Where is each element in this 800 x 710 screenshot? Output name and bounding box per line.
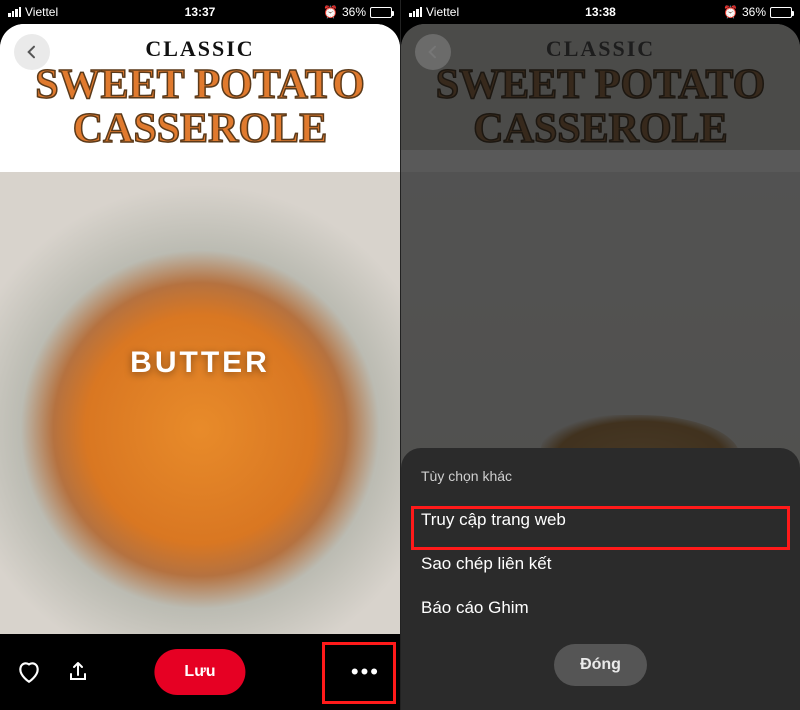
clock: 13:37	[185, 5, 216, 19]
bottom-action-bar: Lưu •••	[0, 634, 400, 710]
chevron-left-icon	[24, 44, 40, 60]
battery-icon	[770, 7, 792, 18]
action-sheet: Tùy chọn khác Truy cập trang web Sao ché…	[401, 448, 800, 710]
food-image	[0, 172, 400, 640]
battery-icon	[370, 7, 392, 18]
pin-content[interactable]: CLASSIC SWEET POTATO CASSEROLE BUTTER	[0, 24, 400, 640]
status-bar: Viettel 13:37 ⏰ 36%	[0, 0, 400, 24]
chevron-left-icon	[425, 44, 441, 60]
title-kicker: CLASSIC	[0, 36, 400, 62]
signal-icon	[409, 7, 422, 17]
back-button[interactable]	[415, 34, 451, 70]
more-button[interactable]: •••	[351, 659, 380, 685]
sheet-item-visit-website[interactable]: Truy cập trang web	[421, 498, 780, 542]
share-icon	[66, 660, 90, 684]
sheet-title: Tùy chọn khác	[421, 468, 780, 484]
alarm-icon: ⏰	[323, 5, 338, 19]
alarm-icon: ⏰	[723, 5, 738, 19]
carrier-label: Viettel	[426, 5, 459, 19]
status-bar: Viettel 13:38 ⏰ 36%	[401, 0, 800, 24]
share-button[interactable]	[66, 660, 90, 684]
carrier-label: Viettel	[25, 5, 58, 19]
heart-button[interactable]	[16, 659, 42, 685]
signal-icon	[8, 7, 21, 17]
title-dish-line2: CASSEROLE	[0, 108, 400, 150]
sheet-item-copy-link[interactable]: Sao chép liên kết	[421, 542, 780, 586]
heart-icon	[16, 659, 42, 685]
back-button[interactable]	[14, 34, 50, 70]
clock: 13:38	[585, 5, 616, 19]
screenshot-right: Viettel 13:38 ⏰ 36% CLASSIC SWEET POTATO…	[400, 0, 800, 710]
battery-pct: 36%	[342, 5, 366, 19]
video-caption: BUTTER	[130, 346, 270, 380]
screenshot-left: Viettel 13:37 ⏰ 36% CLASSIC SWEET POTATO…	[0, 0, 400, 710]
battery-pct: 36%	[742, 5, 766, 19]
title-dish-line1: SWEET POTATO	[0, 64, 400, 106]
save-button[interactable]: Lưu	[154, 649, 245, 695]
sheet-close-button[interactable]: Đóng	[554, 644, 647, 686]
recipe-title-block: CLASSIC SWEET POTATO CASSEROLE	[0, 24, 400, 150]
sheet-item-report-pin[interactable]: Báo cáo Ghim	[421, 586, 780, 630]
